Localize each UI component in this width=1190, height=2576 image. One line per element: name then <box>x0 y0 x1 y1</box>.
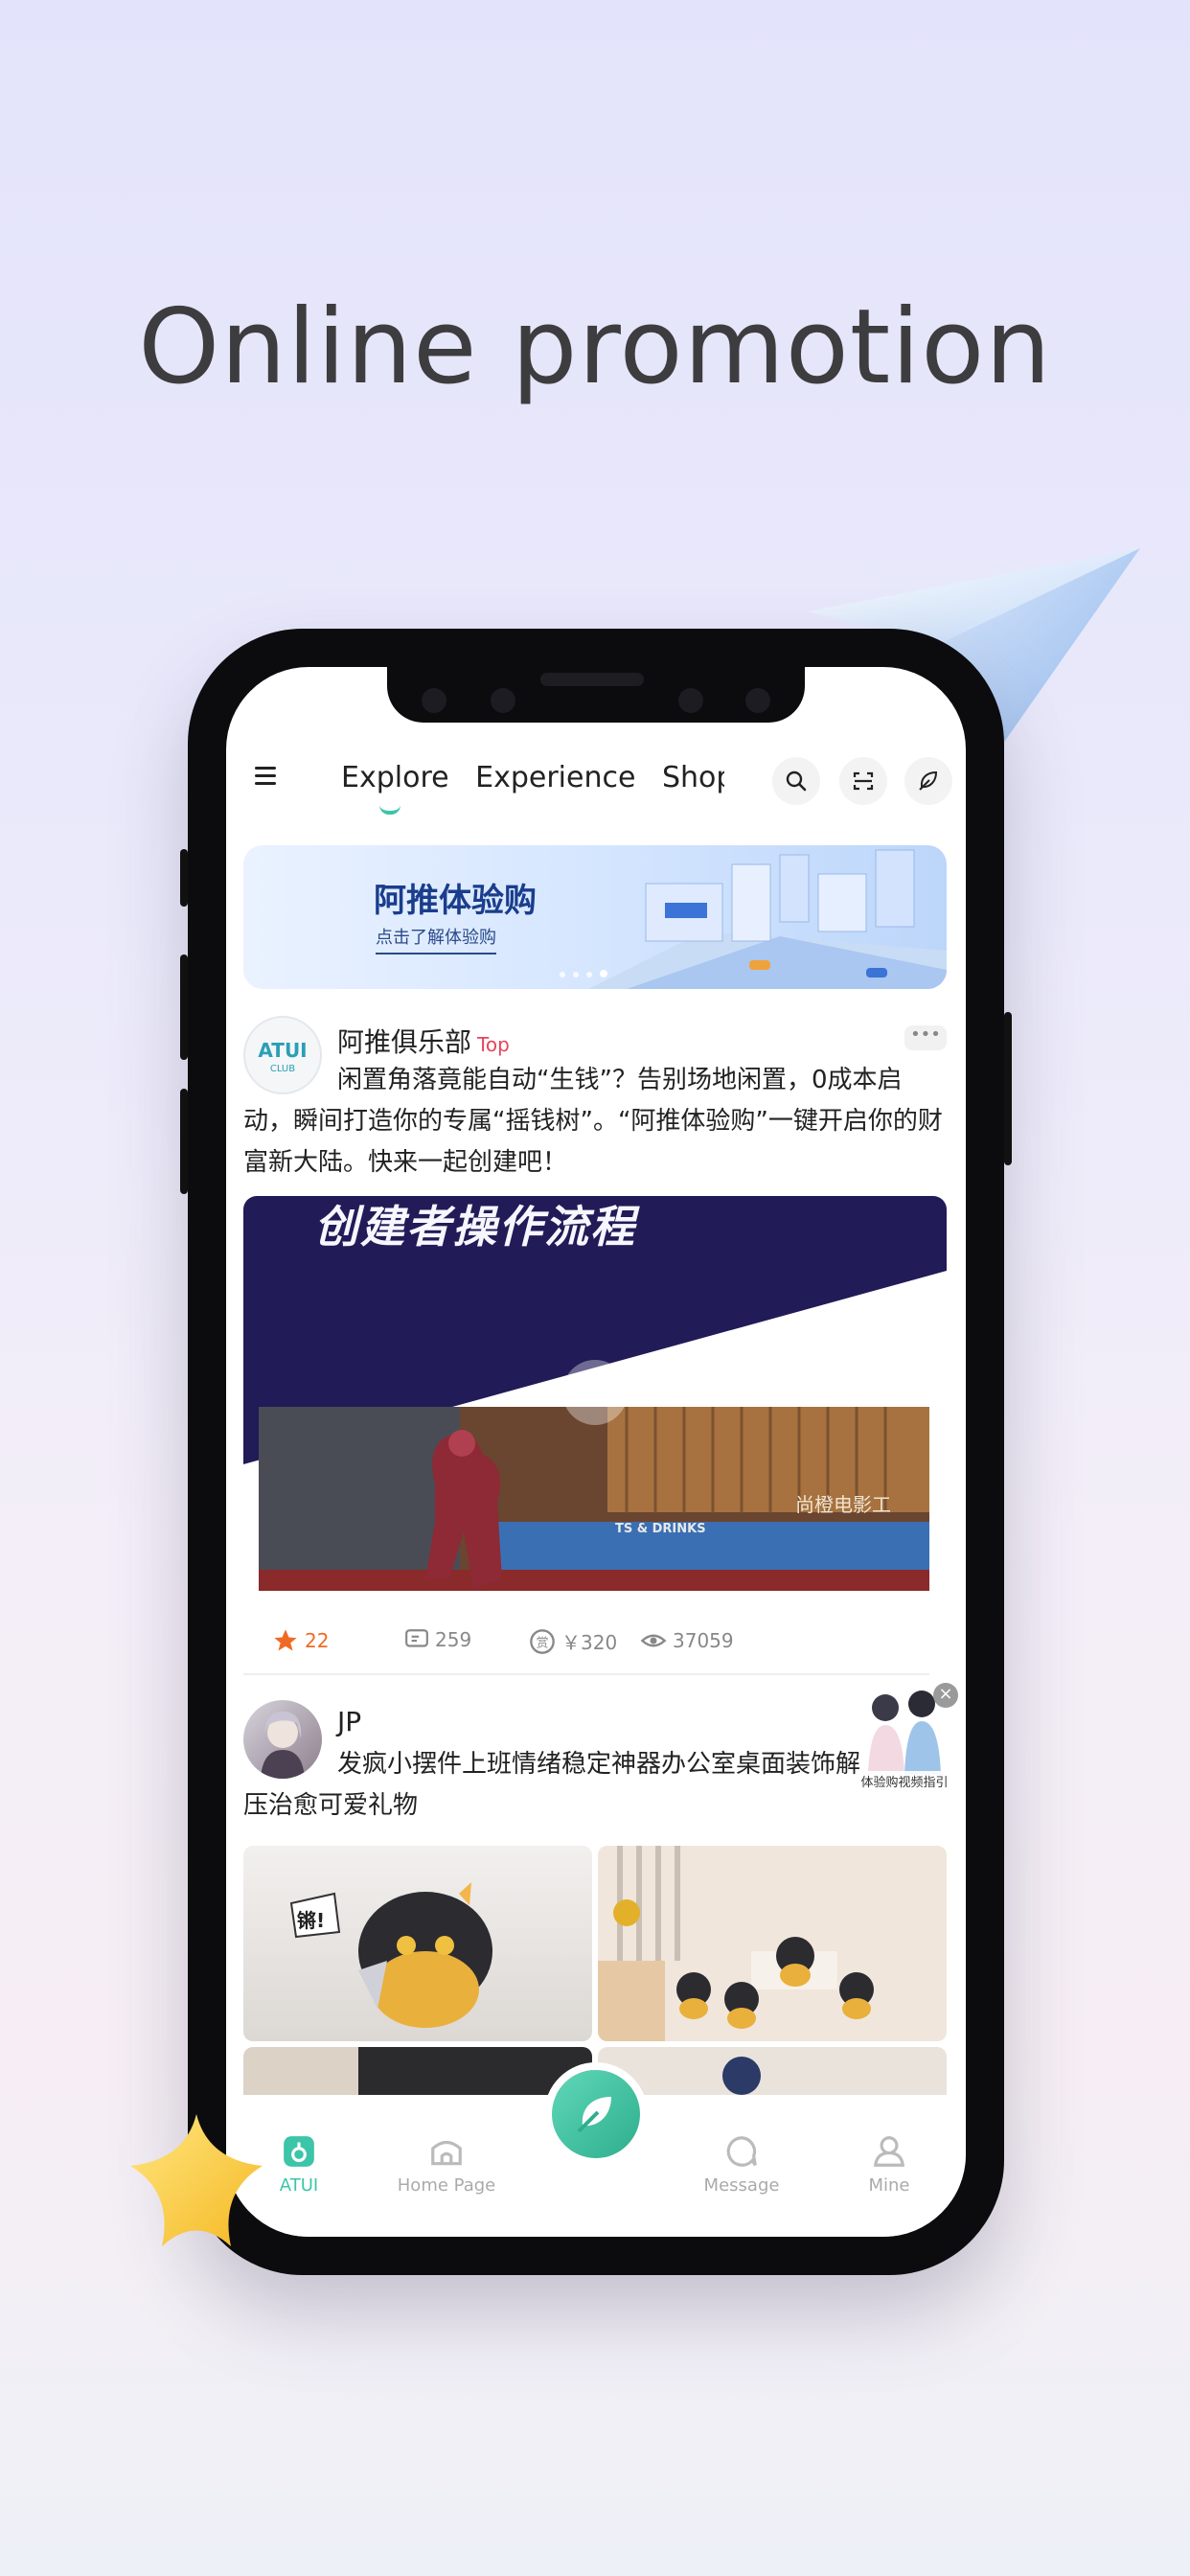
author-name[interactable]: 阿推俱乐部 Top <box>337 1022 510 1060</box>
close-icon[interactable]: × <box>933 1683 958 1708</box>
video-caption: 创建者操作流程 <box>314 1201 636 1253</box>
bottom-nav: ATUI Home Page Message Mine <box>226 2070 966 2237</box>
guide-label: 体验购视频指引 <box>851 1771 958 1796</box>
product-image[interactable] <box>598 1846 947 2041</box>
leaf-icon <box>919 770 938 791</box>
search-button[interactable] <box>772 757 820 805</box>
top-nav: Explore Experience Shopp <box>226 751 966 815</box>
promo-banner[interactable]: 阿推体验购 点击了解体验购 <box>243 845 947 989</box>
store-sign: TS & DRINKS <box>615 1522 706 1536</box>
carousel-dots <box>560 963 615 981</box>
leaf-icon <box>577 2097 611 2133</box>
top-badge: Top <box>477 1033 510 1056</box>
headline: Online promotion <box>138 288 1052 407</box>
author-name[interactable]: JP <box>337 1706 361 1737</box>
sticker-text: 锵! <box>297 1909 326 1932</box>
comment-stat[interactable]: 259 <box>404 1627 471 1652</box>
post-text: 闲置角落竟能自动“生钱”？告别场地闲置，0成本启动，瞬间打造你的专属“摇钱树”。… <box>243 1066 943 1177</box>
tab-experience[interactable]: Experience <box>475 761 635 794</box>
like-stat[interactable]: 22 <box>272 1627 329 1654</box>
video-guide-widget[interactable]: × 体验购视频指引 <box>847 1683 962 1796</box>
post-video[interactable]: 创建者操作流程 TS & DRINKS 尚橙电影工 <box>243 1196 947 1591</box>
reward-stat[interactable]: 赏 ￥320 <box>529 1627 617 1655</box>
profile-icon <box>873 2136 905 2167</box>
home-icon <box>431 2140 462 2166</box>
cinema-sign: 尚橙电影工 <box>795 1493 891 1516</box>
post-text: 发疯小摆件上班情绪稳定神器办公室桌面装饰解压治愈可爱礼物 <box>243 1750 861 1820</box>
menu-icon[interactable] <box>255 767 276 785</box>
views-stat: 37059 <box>640 1627 734 1654</box>
scan-icon <box>853 771 874 791</box>
star-icon <box>274 1629 297 1651</box>
more-options-button[interactable]: ••• <box>904 1025 947 1050</box>
post-card[interactable]: ATUI CLUB 阿推俱乐部 Top ••• 闲置角落竟能自动“生钱”？告别场地… <box>243 1016 947 1677</box>
eye-icon <box>640 1634 667 1647</box>
notch <box>387 667 805 723</box>
publish-button[interactable] <box>904 757 952 805</box>
city-illustration <box>588 849 947 989</box>
product-image[interactable]: 锵! <box>243 1846 592 2041</box>
publish-fab[interactable] <box>552 2070 640 2158</box>
post-stats: 22 259 赏 ￥320 37059 <box>243 1616 947 1664</box>
atui-icon <box>284 2136 314 2167</box>
nav-home[interactable]: Home Page <box>389 2133 504 2196</box>
active-tab-indicator <box>379 805 400 815</box>
phone-frame: Explore Experience Shopp <box>180 629 1012 2275</box>
tab-shopping[interactable]: Shopp <box>662 761 724 794</box>
nav-mine[interactable]: Mine <box>832 2133 947 2196</box>
tab-explore[interactable]: Explore <box>341 761 449 794</box>
message-icon <box>726 2136 757 2167</box>
banner-title: 阿推体验购 <box>374 882 537 920</box>
svg-text:赏: 赏 <box>537 1636 549 1650</box>
reward-icon: 赏 <box>530 1628 555 1654</box>
nav-message[interactable]: Message <box>684 2133 799 2196</box>
tab-bar: Explore Experience Shopp <box>341 761 724 807</box>
search-icon <box>786 770 807 792</box>
comment-icon <box>405 1629 428 1647</box>
banner-subtitle: 点击了解体验购 <box>376 924 496 954</box>
app-screen: Explore Experience Shopp <box>226 667 966 2237</box>
scan-button[interactable] <box>839 757 887 805</box>
star-icon <box>130 2114 263 2246</box>
